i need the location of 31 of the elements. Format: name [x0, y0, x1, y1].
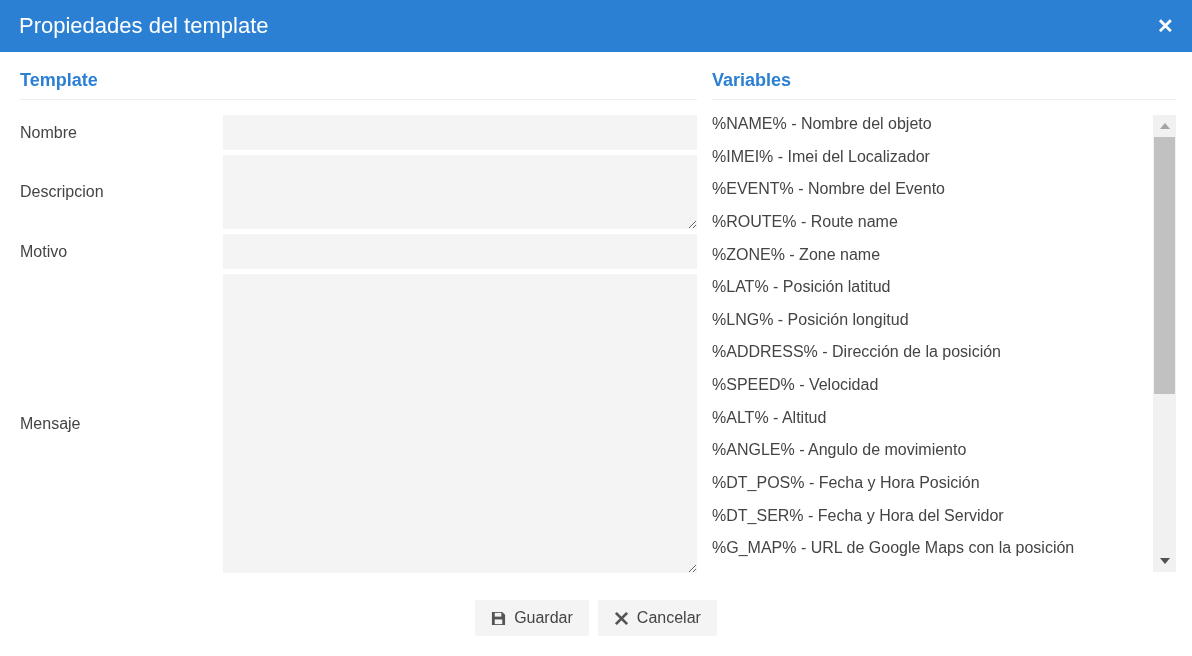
variable-item: %DT_POS% - Fecha y Hora Posición [712, 474, 981, 494]
scrollbar-thumb[interactable] [1154, 137, 1175, 394]
field-label: Nombre [20, 123, 78, 142]
variable-item: %NAME% - Nombre del objeto [712, 115, 933, 134]
variable-item: %ALT% - Altitud [712, 408, 828, 428]
variable-item: %DT_SER% - Fecha y Hora del Servidor [712, 506, 1005, 526]
close-icon [613, 610, 629, 626]
text-area-field[interactable] [223, 274, 697, 573]
field-label: Motivo [20, 242, 69, 261]
close-button[interactable]: ✕ [1153, 12, 1178, 40]
variable-item: %EVENT% - Nombre del Evento [712, 180, 946, 200]
scrollbar[interactable] [1153, 115, 1176, 572]
variable-item: %ANGLE% - Angulo de movimiento [712, 441, 968, 461]
variable-item: %LNG% - Posición longitud [712, 310, 910, 330]
section-heading: Variables [712, 70, 1176, 100]
variable-item: %ROUTE% - Route name [712, 212, 899, 232]
dialog-title: Propiedades del template [19, 13, 269, 39]
variable-item: %IMEI% - Imei del Localizador [712, 147, 931, 167]
variable-item: %ADDRESS% - Dirección de la posición [712, 343, 1002, 363]
variable-item: %G_MAP% - URL de Google Maps con la posición [712, 539, 1076, 559]
variable-item: %SPEED% - Velocidad [712, 376, 880, 396]
up-arrow-icon[interactable] [1159, 123, 1170, 129]
section-heading: Template [20, 70, 697, 100]
variable-item: %ZONE% - Zone name [712, 245, 882, 265]
cancel-button[interactable]: Cancelar [597, 600, 717, 636]
variable-item: %LAT% - Posición latitud [712, 278, 892, 298]
field-label: Descripcion [20, 183, 105, 201]
save-button[interactable]: Guardar [475, 600, 589, 636]
text-area-field[interactable] [223, 155, 697, 229]
field-label: Mensaje [20, 414, 82, 433]
down-arrow-icon[interactable] [1159, 558, 1170, 564]
